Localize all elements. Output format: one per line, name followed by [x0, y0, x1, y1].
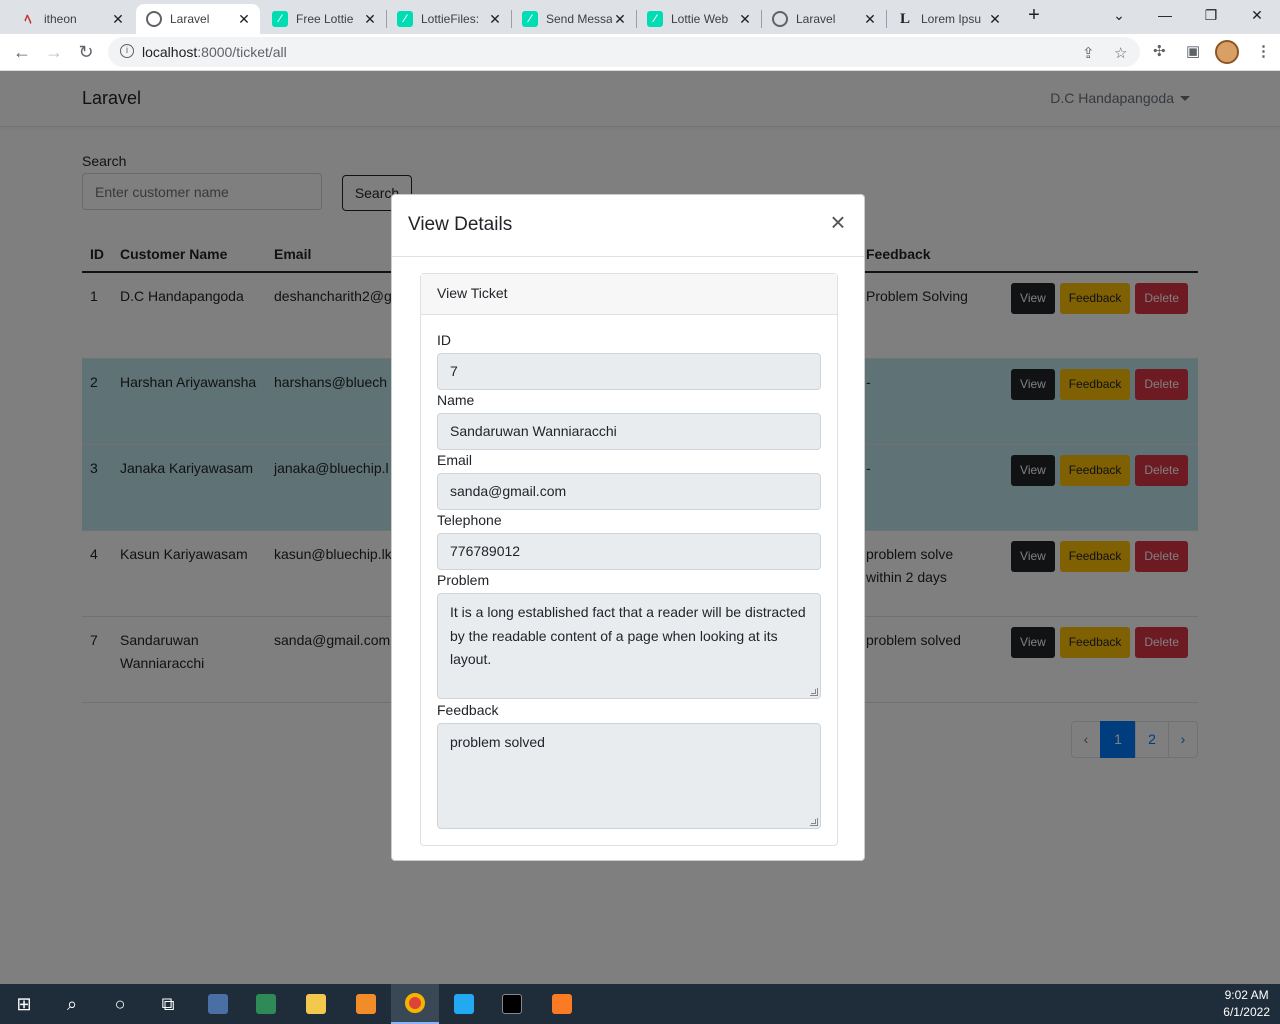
lottie-icon: ⁄: [397, 11, 413, 27]
share-icon[interactable]: ⇪: [1082, 44, 1095, 62]
itheon-icon: ﾍ: [24, 11, 32, 27]
tab-laravel-2[interactable]: Laravel ✕: [762, 4, 886, 34]
clock-time: 9:02 AM: [1224, 988, 1269, 1002]
vscode-icon[interactable]: [440, 984, 488, 1024]
tab-title: itheon: [44, 12, 77, 26]
problem-textarea[interactable]: It is a long established fact that a rea…: [437, 593, 821, 699]
globe-icon: [146, 11, 162, 27]
email-label: Email: [437, 452, 473, 468]
extensions-puzzle-icon[interactable]: ✣: [1153, 42, 1166, 60]
id-field[interactable]: 7: [437, 353, 821, 390]
browser-tab-strip: ﾍ itheon ✕ Laravel ✕ ⁄ Free Lottie ✕ ⁄ L…: [0, 0, 1280, 34]
telephone-field[interactable]: 776789012: [437, 533, 821, 570]
web-page: Laravel D.C Handapangoda Search Search I…: [0, 71, 1280, 984]
windows-taskbar: ⊞ ⌕ ○ ⧉ 9:02 AM 6/1/2022: [0, 984, 1280, 1024]
close-icon[interactable]: ✕: [612, 11, 628, 28]
site-info-icon[interactable]: i: [120, 44, 134, 58]
url-text: localhost:8000/ticket/all: [142, 44, 287, 60]
close-icon[interactable]: ✕: [362, 11, 378, 28]
windows-start-icon[interactable]: ⊞: [0, 984, 48, 1024]
forward-arrow-icon[interactable]: →: [42, 40, 66, 64]
tab-title: Free Lottie: [296, 12, 354, 26]
lottie-icon: ⁄: [647, 11, 663, 27]
chrome-icon[interactable]: [391, 984, 439, 1024]
terminal-icon[interactable]: [488, 984, 536, 1024]
email-field[interactable]: sanda@gmail.com: [437, 473, 821, 510]
url-path: :8000/ticket/all: [197, 44, 287, 60]
reload-icon[interactable]: ↻: [74, 40, 98, 64]
tab-laravel-active[interactable]: Laravel ✕: [136, 4, 260, 34]
kebab-menu-icon[interactable]: ⋮: [1256, 42, 1271, 60]
name-label: Name: [437, 392, 475, 408]
feedback-textarea[interactable]: problem solved: [437, 723, 821, 829]
tab-lottie-web[interactable]: ⁄ Lottie Web ✕: [637, 4, 761, 34]
feedback-text: problem solved: [450, 734, 545, 750]
close-icon[interactable]: ✕: [987, 11, 1003, 28]
network-app-icon[interactable]: [194, 984, 242, 1024]
globe-icon: [772, 11, 788, 27]
tab-title: LottieFiles:: [421, 12, 480, 26]
new-tab-plus-icon[interactable]: +: [1022, 4, 1046, 30]
modal-header: View Details ×: [392, 195, 864, 257]
tab-search-chevron-icon[interactable]: ⌄: [1096, 0, 1142, 30]
tab-title: Lorem Ipsu: [921, 12, 982, 26]
clock-date: 6/1/2022: [1223, 1005, 1270, 1019]
close-icon[interactable]: ✕: [487, 11, 503, 28]
resize-grip-icon[interactable]: [810, 818, 818, 826]
side-panel-icon[interactable]: ▣: [1186, 42, 1200, 60]
problem-label: Problem: [437, 572, 490, 588]
tab-title: Send Messa: [546, 12, 612, 26]
problem-text: It is a long established fact that a rea…: [450, 604, 806, 667]
modal-title: View Details: [408, 214, 513, 235]
cortana-circle-icon[interactable]: ○: [96, 984, 144, 1024]
feedback-label: Feedback: [437, 702, 499, 718]
id-label: ID: [437, 332, 451, 348]
url-host: localhost: [142, 44, 198, 60]
close-icon[interactable]: ×: [826, 209, 850, 235]
lorem-icon: L: [899, 10, 910, 27]
window-close-icon[interactable]: ✕: [1234, 0, 1280, 30]
lottie-icon: ⁄: [272, 11, 288, 27]
tab-title: Lottie Web: [671, 12, 729, 26]
telephone-label: Telephone: [437, 512, 502, 528]
tab-lottiefiles[interactable]: ⁄ LottieFiles: ✕: [387, 4, 511, 34]
file-explorer-icon[interactable]: [292, 984, 340, 1024]
resize-grip-icon[interactable]: [810, 688, 818, 696]
bookmark-star-icon[interactable]: ☆: [1114, 44, 1127, 62]
store-app-icon[interactable]: [242, 984, 290, 1024]
close-icon[interactable]: ✕: [236, 11, 252, 28]
system-clock[interactable]: 9:02 AM 6/1/2022: [1223, 987, 1270, 1021]
profile-avatar[interactable]: [1215, 40, 1239, 64]
tab-itheon[interactable]: ﾍ itheon ✕: [10, 4, 134, 34]
tab-free-lottie[interactable]: ⁄ Free Lottie ✕: [262, 4, 386, 34]
search-icon[interactable]: ⌕: [48, 984, 96, 1024]
tab-title: Laravel: [170, 12, 210, 26]
task-view-icon[interactable]: ⧉: [144, 984, 192, 1024]
browser-toolbar: ← → ↻ i localhost:8000/ticket/all ⇪ ☆ ✣ …: [0, 34, 1280, 71]
sublime-text-icon[interactable]: [342, 984, 390, 1024]
minimize-icon[interactable]: —: [1142, 0, 1188, 30]
close-icon[interactable]: ✕: [862, 11, 878, 28]
close-icon[interactable]: ✕: [737, 11, 753, 28]
lottie-icon: ⁄: [522, 11, 538, 27]
tab-send-message[interactable]: ⁄ Send Messa ✕: [512, 4, 636, 34]
name-field[interactable]: Sandaruwan Wanniaracchi: [437, 413, 821, 450]
back-arrow-icon[interactable]: ←: [10, 40, 34, 64]
address-bar[interactable]: i localhost:8000/ticket/all ⇪ ☆: [108, 37, 1140, 67]
tab-lorem-ipsum[interactable]: L Lorem Ipsu ✕: [887, 4, 1011, 34]
xampp-icon[interactable]: [538, 984, 586, 1024]
card-title: View Ticket: [421, 274, 837, 315]
close-icon[interactable]: ✕: [110, 11, 126, 28]
restore-icon[interactable]: ❐: [1188, 0, 1234, 30]
tab-title: Laravel: [796, 12, 836, 26]
view-details-modal: View Details × View Ticket ID 7 Name San…: [391, 194, 865, 861]
ticket-card: View Ticket ID 7 Name Sandaruwan Wanniar…: [420, 273, 838, 846]
